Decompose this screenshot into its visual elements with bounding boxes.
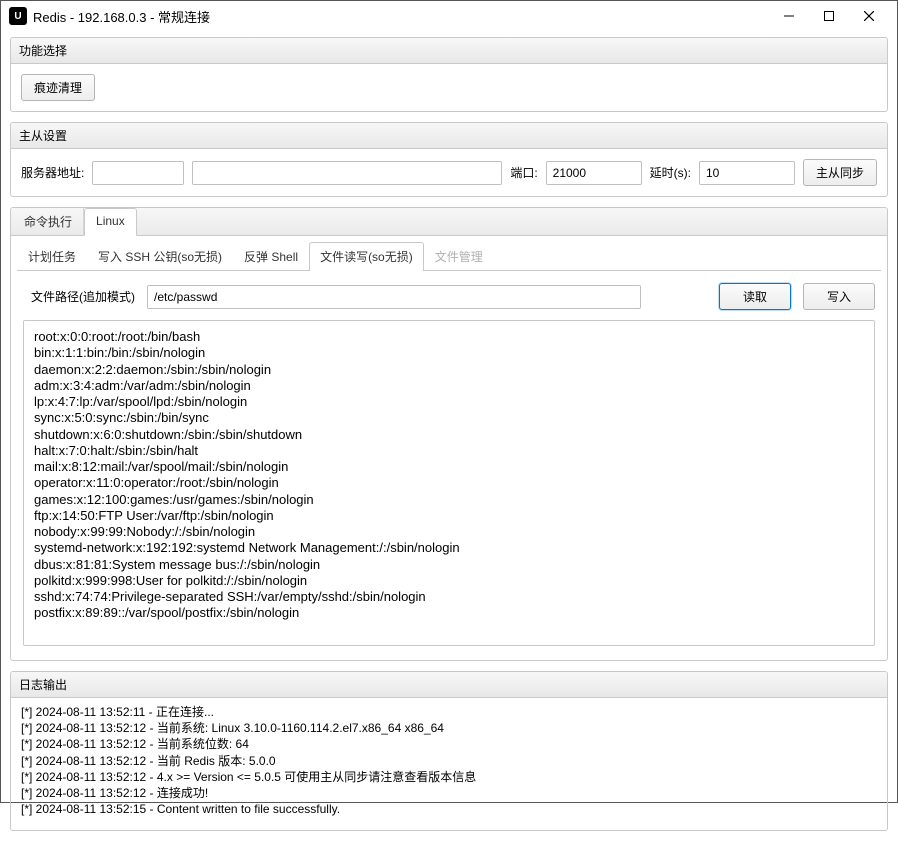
log-panel: 日志输出 [*] 2024-08-11 13:52:11 - 正在连接... [… [10, 671, 888, 831]
minimize-button[interactable] [769, 2, 809, 30]
port-label: 端口: [510, 164, 537, 181]
titlebar: U Redis - 192.168.0.3 - 常规连接 [1, 1, 897, 31]
close-button[interactable] [849, 2, 889, 30]
maximize-button[interactable] [809, 2, 849, 30]
main-tabs: 命令执行 Linux 计划任务 写入 SSH 公钥(so无损) 反弹 Shell… [10, 207, 888, 661]
close-icon [864, 11, 874, 21]
port-input[interactable] [546, 161, 642, 185]
function-panel: 功能选择 痕迹清理 [10, 37, 888, 112]
delay-input[interactable] [699, 161, 795, 185]
minimize-icon [784, 11, 794, 21]
tabstrip: 命令执行 Linux [11, 208, 887, 236]
window-title: Redis - 192.168.0.3 - 常规连接 [33, 7, 210, 26]
master-slave-panel: 主从设置 服务器地址: 端口: 延时(s): 主从同步 [10, 122, 888, 197]
subtab-cron[interactable]: 计划任务 [17, 242, 87, 270]
trace-clear-button[interactable]: 痕迹清理 [21, 74, 95, 101]
file-path-label: 文件路径(追加模式) [31, 288, 135, 305]
server-address-short-input[interactable] [92, 161, 184, 185]
function-panel-title: 功能选择 [11, 38, 887, 64]
maximize-icon [824, 11, 834, 21]
subtab-ssh[interactable]: 写入 SSH 公钥(so无损) [87, 242, 233, 270]
file-path-input[interactable] [147, 285, 641, 309]
subtab-rshell[interactable]: 反弹 Shell [233, 242, 309, 270]
log-output[interactable]: [*] 2024-08-11 13:52:11 - 正在连接... [*] 20… [11, 698, 887, 830]
subtab-rw[interactable]: 文件读写(so无损) [309, 242, 424, 271]
subtab-fm: 文件管理 [424, 242, 494, 270]
log-title: 日志输出 [11, 672, 887, 698]
master-slave-title: 主从设置 [11, 123, 887, 149]
subtabstrip: 计划任务 写入 SSH 公钥(so无损) 反弹 Shell 文件读写(so无损)… [17, 242, 881, 271]
app-icon: U [9, 7, 27, 25]
read-button[interactable]: 读取 [719, 283, 791, 310]
write-button[interactable]: 写入 [803, 283, 875, 310]
server-address-input[interactable] [192, 161, 502, 185]
tab-linux[interactable]: Linux [84, 208, 137, 236]
file-content-output[interactable]: root:x:0:0:root:/root:/bin/bash bin:x:1:… [23, 320, 875, 646]
sync-button[interactable]: 主从同步 [803, 159, 877, 186]
file-row: 文件路径(追加模式) 读取 写入 [17, 271, 881, 320]
tab-cmd[interactable]: 命令执行 [13, 208, 84, 235]
server-address-label: 服务器地址: [21, 164, 84, 181]
delay-label: 延时(s): [650, 164, 691, 181]
